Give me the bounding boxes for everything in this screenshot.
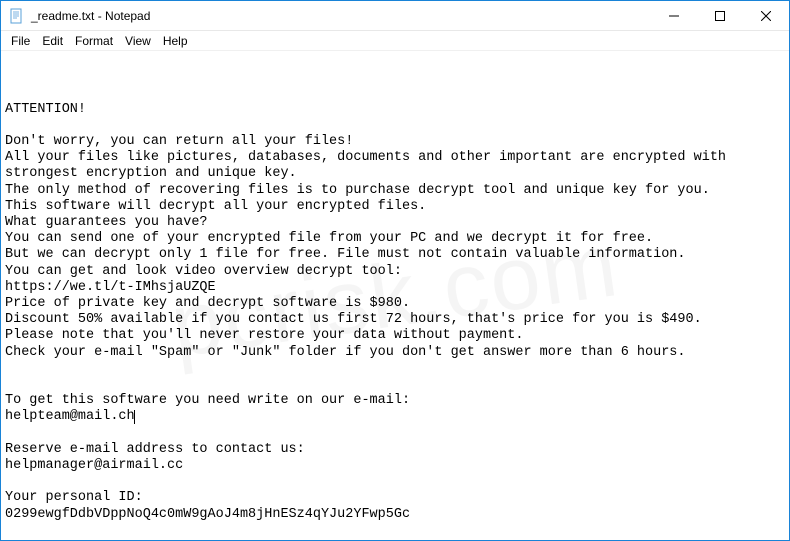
menu-edit[interactable]: Edit <box>36 32 69 50</box>
text-line: But we can decrypt only 1 file for free.… <box>5 247 785 263</box>
menu-format[interactable]: Format <box>69 32 119 50</box>
menu-file[interactable]: File <box>5 32 36 50</box>
text-caret <box>134 410 135 424</box>
text-area[interactable]: pcrisk.com ATTENTION! Don't worry, you c… <box>1 51 789 540</box>
close-button[interactable] <box>743 1 789 30</box>
menubar: File Edit Format View Help <box>1 31 789 51</box>
menu-view[interactable]: View <box>119 32 157 50</box>
text-line: Check your e-mail "Spam" or "Junk" folde… <box>5 345 785 361</box>
titlebar: _readme.txt - Notepad <box>1 1 789 31</box>
notepad-window: _readme.txt - Notepad File Edit Format V… <box>0 0 790 541</box>
text-line: helpmanager@airmail.cc <box>5 458 785 474</box>
text-line <box>5 426 785 442</box>
text-line: Discount 50% available if you contact us… <box>5 312 785 328</box>
text-line: The only method of recovering files is t… <box>5 183 785 199</box>
text-line <box>5 361 785 377</box>
text-line: You can send one of your encrypted file … <box>5 231 785 247</box>
text-line: Your personal ID: <box>5 490 785 506</box>
window-title: _readme.txt - Notepad <box>31 9 651 23</box>
text-line: ATTENTION! <box>5 102 785 118</box>
text-line <box>5 118 785 134</box>
text-line: This software will decrypt all your encr… <box>5 199 785 215</box>
text-line: You can get and look video overview decr… <box>5 264 785 280</box>
notepad-icon <box>9 8 25 24</box>
menu-help[interactable]: Help <box>157 32 194 50</box>
text-line: helpteam@mail.ch <box>5 409 785 425</box>
maximize-button[interactable] <box>697 1 743 30</box>
text-line: To get this software you need write on o… <box>5 393 785 409</box>
text-line: Reserve e-mail address to contact us: <box>5 442 785 458</box>
text-line: All your files like pictures, databases,… <box>5 150 785 182</box>
text-line: 0299ewgfDdbVDppNoQ4c0mW9gAoJ4m8jHnESz4qY… <box>5 507 785 523</box>
text-line <box>5 377 785 393</box>
text-line: What guarantees you have? <box>5 215 785 231</box>
text-line: https://we.tl/t-IMhsjaUZQE <box>5 280 785 296</box>
minimize-button[interactable] <box>651 1 697 30</box>
text-line: Please note that you'll never restore yo… <box>5 328 785 344</box>
text-line <box>5 474 785 490</box>
window-controls <box>651 1 789 30</box>
text-line: Price of private key and decrypt softwar… <box>5 296 785 312</box>
text-line: Don't worry, you can return all your fil… <box>5 134 785 150</box>
